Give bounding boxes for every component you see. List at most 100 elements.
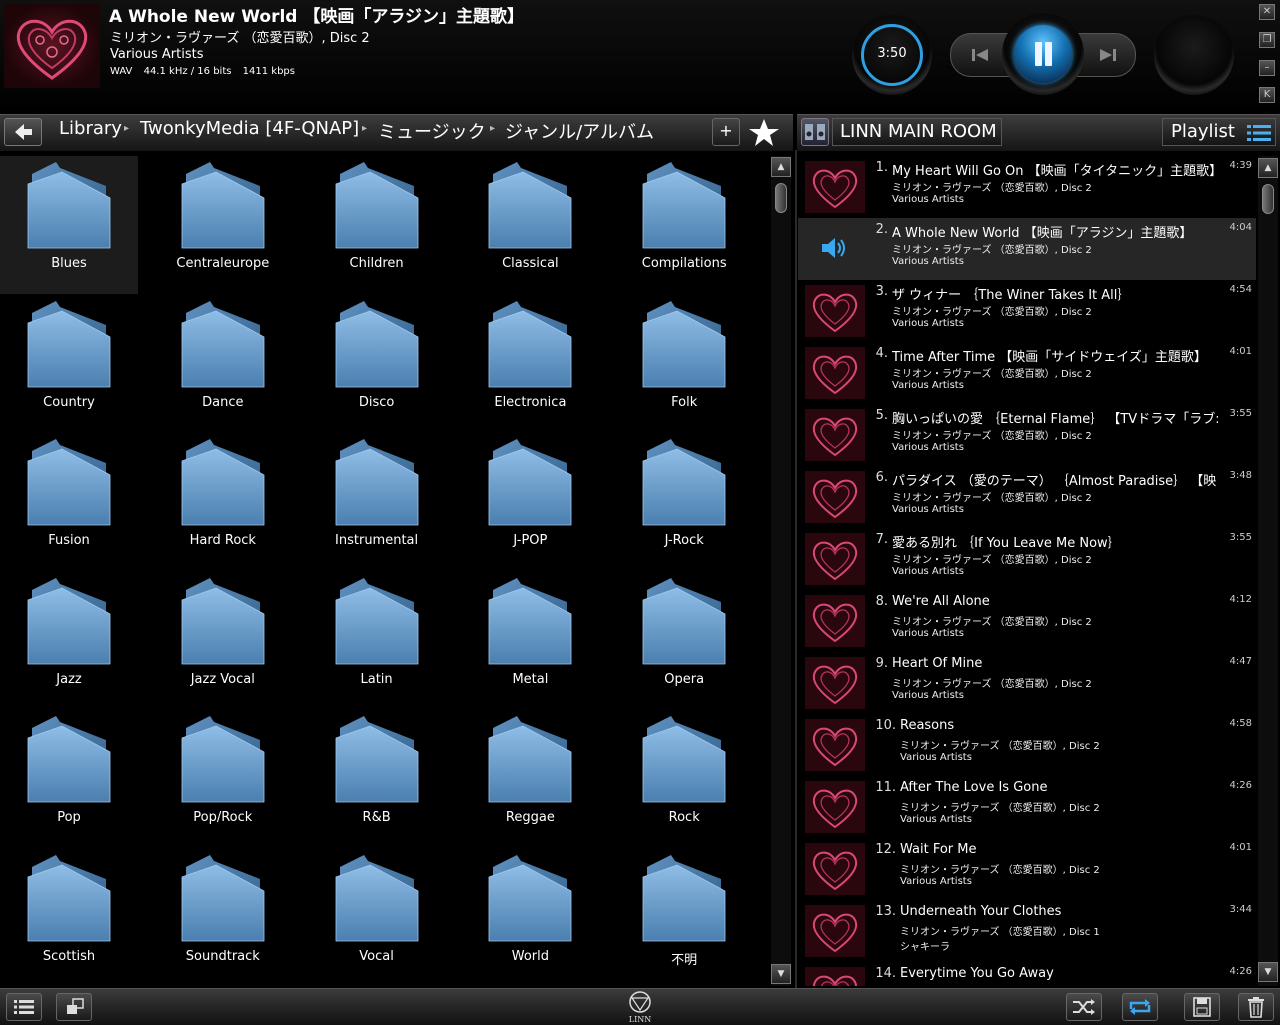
panel-divider[interactable]: [795, 150, 797, 988]
room-selector[interactable]: LINN MAIN ROOM: [832, 118, 1002, 146]
playlist-track[interactable]: 2. A Whole New World 【映画「アラジン」主題歌】 ミリオン・ラヴ…: [798, 218, 1256, 280]
genre-folder[interactable]: Fusion: [0, 433, 138, 571]
playlist-scroll-thumb[interactable]: [1262, 184, 1274, 214]
breadcrumb-library[interactable]: Library: [59, 118, 122, 139]
genre-folder-label: World: [511, 948, 550, 964]
playlist-scroll-up-button[interactable]: ▲: [1258, 158, 1278, 178]
track-cover-art: [805, 781, 865, 833]
speakers-icon[interactable]: [801, 118, 829, 146]
playlist-track[interactable]: 7. 愛ある別れ ｛If You Leave Me Now｝ ミリオン・ラヴァーズ …: [798, 528, 1256, 590]
breadcrumb-server[interactable]: TwonkyMedia [4F-QNAP]: [140, 118, 359, 139]
playlist-track[interactable]: 11. After The Love Is Gone ミリオン・ラヴァーズ （恋愛百…: [798, 776, 1256, 838]
album-cover-art: [4, 4, 100, 88]
genre-folder[interactable]: Reggae: [461, 710, 599, 848]
playlist-scrollbar[interactable]: [1258, 156, 1278, 986]
genre-folder[interactable]: Disco: [308, 295, 446, 433]
restore-window-button[interactable]: ❐: [1259, 32, 1275, 48]
playlist-track[interactable]: 3. ザ ウィナー ｛The Winer Takes It All｝ ミリオン・ラヴ…: [798, 280, 1256, 342]
mini-mode-button[interactable]: K: [1259, 87, 1275, 103]
playlist-track[interactable]: 8. We're All Alone ミリオン・ラヴァーズ （恋愛百歌）, Disc…: [798, 590, 1256, 652]
shuffle-button[interactable]: [1066, 993, 1102, 1021]
track-duration: 4:39: [1229, 160, 1252, 171]
view-list-button[interactable]: [6, 993, 42, 1021]
genre-folder[interactable]: Country: [0, 295, 138, 433]
time-knob[interactable]: 3:50: [852, 15, 932, 95]
genre-folder[interactable]: Blues: [0, 156, 138, 294]
playlist-track[interactable]: 4. Time After Time 【映画「サイドウェイズ」主題歌】 ミリオン・ラ…: [798, 342, 1256, 404]
genre-folder[interactable]: Dance: [154, 295, 292, 433]
back-button[interactable]: [4, 118, 42, 146]
save-playlist-button[interactable]: [1184, 993, 1220, 1021]
genre-folder[interactable]: Classical: [461, 156, 599, 294]
playlist-track[interactable]: 14. Everytime You Go Away 4:26: [798, 962, 1256, 986]
genre-folder[interactable]: 不明: [615, 849, 753, 987]
genre-folder[interactable]: Jazz Vocal: [154, 572, 292, 710]
playlist-track[interactable]: 6. パラダイス （愛のテーマ） ｛Almost Paradise｝ 【映 ミリオン…: [798, 466, 1256, 528]
track-title: Heart Of Mine: [892, 656, 983, 671]
playlist-list: 1. My Heart Will Go On 【映画「タイタニック」主題歌】 ミリオ…: [798, 156, 1256, 986]
library-scrollbar[interactable]: [771, 156, 791, 986]
genre-folder[interactable]: Folk: [615, 295, 753, 433]
playlist-track[interactable]: 5. 胸いっぱいの愛 ｛Eternal Flame｝ 【TVドラマ「ラブ: ミリオン…: [798, 404, 1256, 466]
genre-folder[interactable]: Instrumental: [308, 433, 446, 571]
previous-track-button[interactable]: [962, 41, 998, 69]
play-pause-button[interactable]: [1002, 13, 1084, 95]
genre-folder[interactable]: Rock: [615, 710, 753, 848]
volume-knob[interactable]: [1154, 15, 1234, 95]
track-duration: 3:55: [1229, 408, 1252, 419]
library-scroll-thumb[interactable]: [775, 183, 787, 213]
genre-folder[interactable]: Compilations: [615, 156, 753, 294]
view-size-button[interactable]: [56, 993, 92, 1021]
track-title: Reasons: [900, 718, 955, 733]
playlist-scroll-down-button[interactable]: ▼: [1258, 962, 1278, 982]
now-playing-album: ミリオン・ラヴァーズ （恋愛百歌）, Disc 2: [110, 31, 370, 46]
playlist-track[interactable]: 10. Reasons ミリオン・ラヴァーズ （恋愛百歌）, Disc 2 Vario…: [798, 714, 1256, 776]
breadcrumb-genre-album[interactable]: ジャンル/アルバム: [505, 118, 654, 144]
playlist-track[interactable]: 9. Heart Of Mine ミリオン・ラヴァーズ （恋愛百歌）, Disc 2…: [798, 652, 1256, 714]
genre-folder[interactable]: R&B: [308, 710, 446, 848]
track-album: ミリオン・ラヴァーズ （恋愛百歌）, Disc 2: [892, 307, 1092, 318]
genre-folder[interactable]: Opera: [615, 572, 753, 710]
playlist-track[interactable]: 13. Underneath Your Clothes ミリオン・ラヴァーズ （恋愛…: [798, 900, 1256, 962]
playlist-track[interactable]: 1. My Heart Will Go On 【映画「タイタニック」主題歌】 ミリオ…: [798, 156, 1256, 218]
back-arrow-icon: [15, 124, 32, 140]
genre-folder[interactable]: Electronica: [461, 295, 599, 433]
track-artist: シャキーラ: [900, 942, 950, 953]
track-artist: Various Artists: [900, 876, 972, 887]
track-artist: Various Artists: [892, 628, 964, 639]
library-scroll-down-button[interactable]: ▼: [771, 964, 791, 984]
genre-folder[interactable]: World: [461, 849, 599, 987]
playlist-button[interactable]: Playlist: [1162, 118, 1276, 146]
clear-playlist-button[interactable]: [1238, 993, 1274, 1021]
genre-folder[interactable]: Hard Rock: [154, 433, 292, 571]
genre-folder-label: 不明: [671, 952, 698, 968]
minimize-window-button[interactable]: –: [1259, 60, 1275, 76]
track-artist: Various Artists: [892, 504, 964, 515]
genre-folder[interactable]: J-POP: [461, 433, 599, 571]
genre-folder[interactable]: Latin: [308, 572, 446, 710]
genre-folder[interactable]: Scottish: [0, 849, 138, 987]
genre-folder[interactable]: Jazz: [0, 572, 138, 710]
genre-folder[interactable]: Metal: [461, 572, 599, 710]
favourites-star-icon[interactable]: [744, 116, 784, 148]
genre-folder[interactable]: Centraleurope: [154, 156, 292, 294]
genre-folder[interactable]: Pop/Rock: [154, 710, 292, 848]
playlist-track[interactable]: 12. Wait For Me ミリオン・ラヴァーズ （恋愛百歌）, Disc 2V…: [798, 838, 1256, 900]
add-button[interactable]: +: [712, 118, 740, 146]
repeat-button[interactable]: [1122, 993, 1158, 1021]
next-track-button[interactable]: [1090, 41, 1126, 69]
close-window-button[interactable]: ✕: [1259, 4, 1275, 20]
track-title: 胸いっぱいの愛 ｛Eternal Flame｝ 【TVドラマ「ラブ:: [892, 412, 1218, 427]
track-cover-art: [805, 471, 865, 523]
elapsed-time: 3:50: [877, 46, 907, 61]
track-number: 7.: [875, 532, 888, 547]
genre-folder[interactable]: Vocal: [308, 849, 446, 987]
breadcrumb-music[interactable]: ミュージック: [378, 118, 486, 144]
library-scroll-up-button[interactable]: ▲: [771, 157, 791, 177]
genre-folder[interactable]: Children: [308, 156, 446, 294]
genre-folder[interactable]: Soundtrack: [154, 849, 292, 987]
genre-folder[interactable]: Pop: [0, 710, 138, 848]
genre-folder-label: Reggae: [505, 810, 555, 825]
track-cover-art: [805, 905, 865, 957]
genre-folder[interactable]: J-Rock: [615, 433, 753, 571]
